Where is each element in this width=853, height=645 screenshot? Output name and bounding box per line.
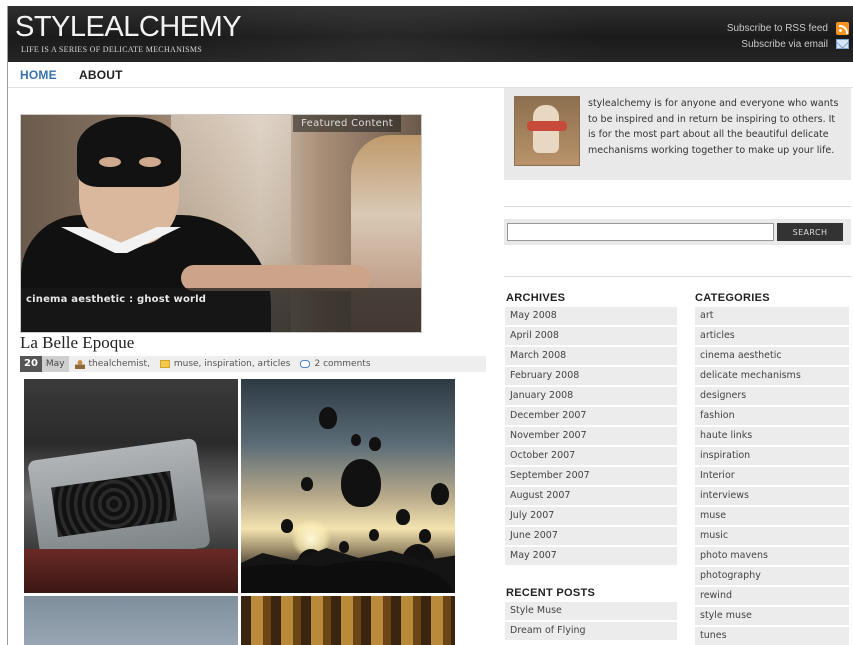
categories-title: CATEGORIES (695, 292, 770, 304)
archive-item[interactable]: July 2007 (505, 507, 677, 525)
page-frame: STYLEALCHEMY LIFE IS A SERIES OF DELICAT… (7, 6, 853, 645)
sidebar-divider (504, 276, 851, 277)
archive-item[interactable]: November 2007 (505, 427, 677, 445)
archives-list: May 2008 April 2008 March 2008 February … (505, 307, 677, 567)
archives-title: ARCHIVES (506, 292, 566, 304)
archive-item[interactable]: August 2007 (505, 487, 677, 505)
post-image-balloons[interactable] (241, 379, 455, 593)
recent-posts-title: RECENT POSTS (506, 587, 596, 599)
archive-item[interactable]: May 2007 (505, 547, 677, 565)
balloon (396, 509, 410, 525)
sidebar-divider (504, 206, 851, 207)
categories-list: art articles cinema aesthetic delicate m… (695, 307, 849, 645)
archive-item[interactable]: February 2008 (505, 367, 677, 385)
nav-item-home[interactable]: HOME (20, 68, 57, 82)
recent-post-item[interactable]: Dream of Flying (505, 622, 677, 640)
category-item[interactable]: style muse (695, 607, 849, 625)
mail-icon[interactable] (836, 39, 849, 49)
balloon (419, 529, 431, 543)
post-author: thealchemist, (74, 359, 150, 369)
subscribe-email-link[interactable]: Subscribe via email (741, 39, 828, 50)
archive-item[interactable]: September 2007 (505, 467, 677, 485)
category-item[interactable]: interviews (695, 487, 849, 505)
post-categories: muse, inspiration, articles (159, 359, 291, 369)
site-logo[interactable]: STYLEALCHEMY (15, 12, 242, 42)
author-icon (74, 359, 85, 369)
recent-post-item[interactable]: Style Muse (505, 602, 677, 620)
balloon (301, 477, 313, 491)
nav-item-about[interactable]: ABOUT (79, 68, 123, 82)
category-item[interactable]: designers (695, 387, 849, 405)
post-categories-links[interactable]: muse, inspiration, articles (174, 359, 291, 369)
post-author-link[interactable]: thealchemist, (89, 359, 150, 369)
featured-image-eye (99, 157, 121, 167)
balloon (341, 459, 381, 507)
featured-content-label: Featured Content (293, 115, 401, 132)
archive-item[interactable]: January 2008 (505, 387, 677, 405)
category-item[interactable]: inspiration (695, 447, 849, 465)
site-header: STYLEALCHEMY LIFE IS A SERIES OF DELICAT… (8, 6, 853, 62)
post-image-typewriter[interactable] (24, 379, 238, 593)
rss-subscribe-row: Subscribe to RSS feed (727, 20, 849, 36)
category-item[interactable]: delicate mechanisms (695, 367, 849, 385)
archive-item[interactable]: December 2007 (505, 407, 677, 425)
subscribe-links: Subscribe to RSS feed Subscribe via emai… (727, 20, 849, 52)
balloon (431, 483, 449, 505)
search-button[interactable]: SEARCH (777, 223, 843, 241)
category-item[interactable]: muse (695, 507, 849, 525)
category-item[interactable]: rewind (695, 587, 849, 605)
featured-caption-bar: cinema aesthetic : ghost world (21, 288, 421, 332)
category-item[interactable]: music (695, 527, 849, 545)
main-nav: HOME ABOUT (8, 62, 853, 88)
archive-item[interactable]: May 2008 (505, 307, 677, 325)
category-item[interactable]: photography (695, 567, 849, 585)
archive-item[interactable]: June 2007 (505, 527, 677, 545)
featured-content[interactable]: Featured Content cinema aesthetic : ghos… (20, 114, 422, 333)
post-month: May (41, 356, 69, 372)
site-tagline: LIFE IS A SERIES OF DELICATE MECHANISMS (21, 45, 203, 54)
recent-posts-list: Style Muse Dream of Flying (505, 602, 677, 642)
category-item[interactable]: photo mavens (695, 547, 849, 565)
balloon (369, 529, 379, 541)
post-meta: 20 May thealchemist, muse, inspiration, … (20, 356, 486, 372)
about-image (514, 96, 580, 166)
about-text: stylealchemy is for anyone and everyone … (588, 98, 839, 156)
post-title[interactable]: La Belle Epoque (20, 333, 134, 353)
archive-item[interactable]: April 2008 (505, 327, 677, 345)
featured-caption[interactable]: cinema aesthetic : ghost world (26, 294, 206, 305)
about-box: stylealchemy is for anyone and everyone … (504, 88, 851, 180)
balloon (319, 407, 337, 429)
search-input[interactable] (507, 223, 774, 241)
rss-icon[interactable] (836, 21, 849, 35)
category-item[interactable]: art (695, 307, 849, 325)
archive-item[interactable]: March 2008 (505, 347, 677, 365)
balloon (339, 541, 349, 553)
subscribe-rss-link[interactable]: Subscribe to RSS feed (727, 23, 828, 34)
category-item[interactable]: tunes (695, 627, 849, 645)
search-box: SEARCH (504, 219, 851, 245)
balloon (369, 437, 381, 451)
typewriter-shelf (24, 549, 238, 593)
email-subscribe-row: Subscribe via email (727, 36, 849, 52)
featured-image-mask (77, 117, 181, 187)
category-item[interactable]: haute links (695, 427, 849, 445)
category-item[interactable]: fashion (695, 407, 849, 425)
category-item[interactable]: articles (695, 327, 849, 345)
balloon (351, 434, 361, 446)
archive-item[interactable]: October 2007 (505, 447, 677, 465)
folder-icon (159, 360, 170, 368)
featured-image-eye (139, 157, 161, 167)
post-comments: 2 comments (300, 359, 371, 369)
post-image-sky[interactable] (24, 596, 238, 645)
comment-icon (300, 360, 311, 368)
category-item[interactable]: cinema aesthetic (695, 347, 849, 365)
post-image-gold[interactable] (241, 596, 455, 645)
post-day: 20 (20, 356, 42, 372)
category-item[interactable]: Interior (695, 467, 849, 485)
balloon (281, 519, 293, 533)
post-comments-link[interactable]: 2 comments (314, 359, 370, 369)
